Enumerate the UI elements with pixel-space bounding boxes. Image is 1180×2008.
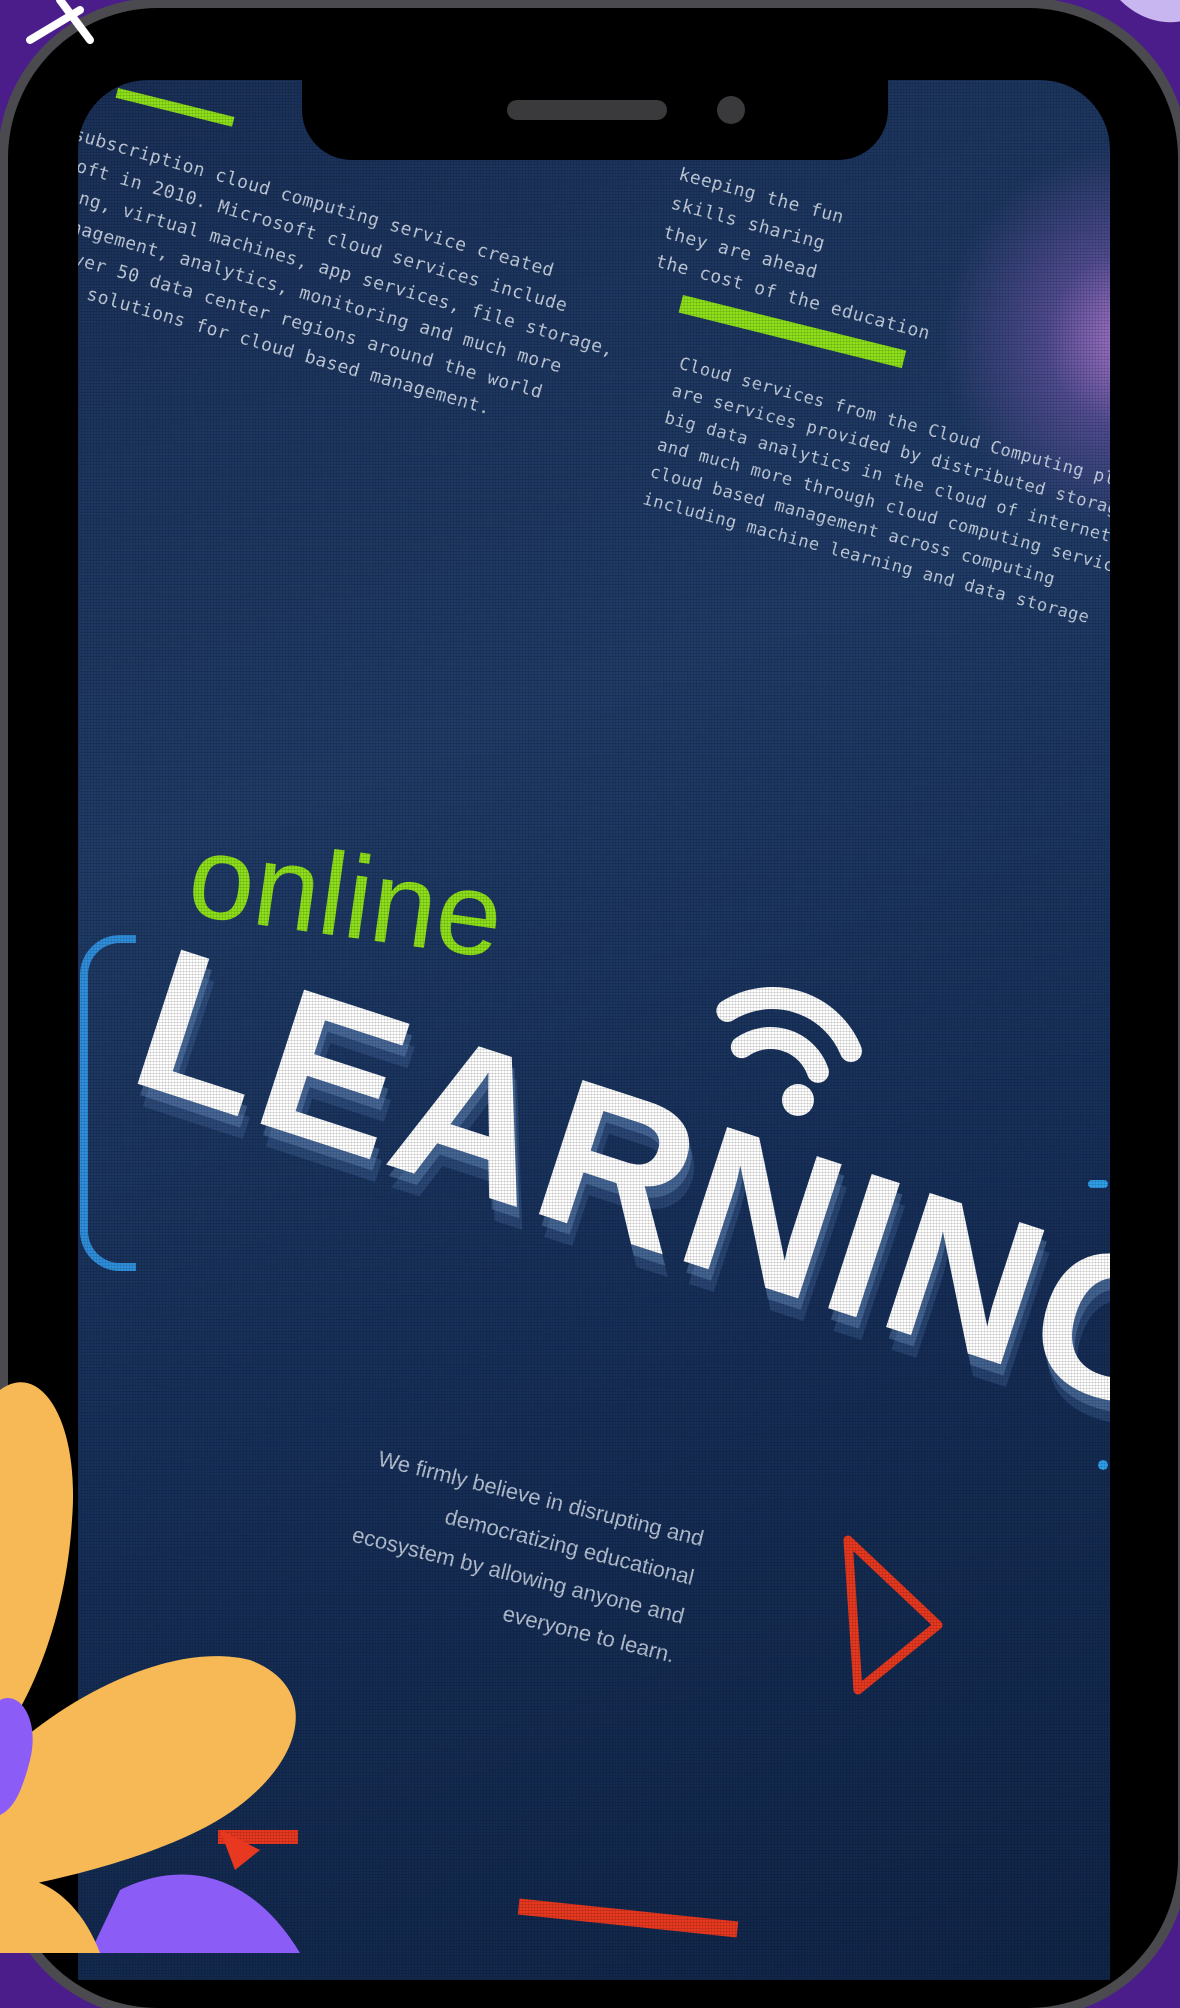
tagline-text: We firmly believe in disrupting and demo… [349,1445,707,1668]
phone-screen: subscription cloud computing service cre… [78,80,1110,1980]
cloud-text-block-left: subscription cloud computing service cre… [78,120,634,452]
phone-notch [302,80,888,160]
white-sparkle-decoration [26,0,94,44]
blue-dot [1088,1180,1108,1188]
speaker-grille [507,100,667,120]
red-accent-bar [218,1830,298,1844]
blue-dot [1098,1460,1108,1470]
cloud-text-block-right: Cloud services from the Cloud Computing … [640,350,1110,646]
lavender-blob-decoration [1120,0,1180,23]
text-block-right-top: keeping the fun skills sharing they are … [652,160,957,349]
camera-icon [717,96,745,124]
headline-learning: LEARNING [110,903,1110,1463]
red-accent-bar [517,1898,739,1938]
wifi-icon [716,987,862,1116]
play-icon [843,1535,943,1695]
green-accent-bar [115,88,235,127]
